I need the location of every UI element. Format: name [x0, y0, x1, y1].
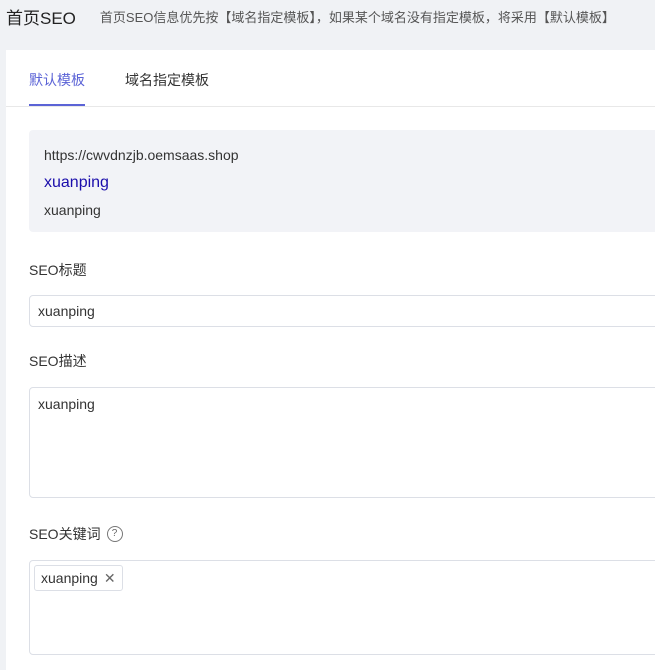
page-title: 首页SEO	[6, 8, 76, 28]
page-header: 首页SEO 首页SEO信息优先按【域名指定模板】，如果某个域名没有指定模板，将采…	[0, 0, 655, 32]
template-tabs: 默认模板 域名指定模板	[6, 50, 655, 107]
tab-domain-template[interactable]: 域名指定模板	[125, 70, 209, 106]
seo-title-input[interactable]: xuanping	[29, 295, 655, 327]
seo-title-label-text: SEO标题	[29, 262, 87, 278]
preview-description: xuanping	[44, 202, 101, 218]
question-circle-icon[interactable]: ?	[106, 526, 123, 542]
seo-keywords-input[interactable]: xuanping ✕	[29, 560, 655, 655]
seo-description-textarea[interactable]: xuanping	[29, 387, 655, 498]
seo-title-label: SEO标题	[29, 260, 87, 280]
preview-url: https://cwvdnzjb.oemsaas.shop	[44, 147, 239, 163]
search-result-preview: https://cwvdnzjb.oemsaas.shop xuanping x…	[29, 130, 655, 232]
seo-keywords-label: SEO关键词 ?	[29, 524, 123, 544]
seo-settings-panel: 默认模板 域名指定模板 https://cwvdnzjb.oemsaas.sho…	[6, 50, 655, 670]
keyword-tag-label: xuanping	[41, 570, 98, 586]
preview-title: xuanping	[44, 174, 109, 191]
keyword-tag: xuanping ✕	[34, 565, 123, 591]
close-icon[interactable]: ✕	[104, 570, 116, 587]
tab-default-template[interactable]: 默认模板	[29, 70, 85, 106]
seo-keywords-label-text: SEO关键词	[29, 526, 101, 542]
seo-priority-hint: 首页SEO信息优先按【域名指定模板】，如果某个域名没有指定模板，将采用【默认模板…	[99, 9, 615, 25]
seo-description-label-text: SEO描述	[29, 353, 87, 369]
seo-description-label: SEO描述	[29, 351, 87, 371]
